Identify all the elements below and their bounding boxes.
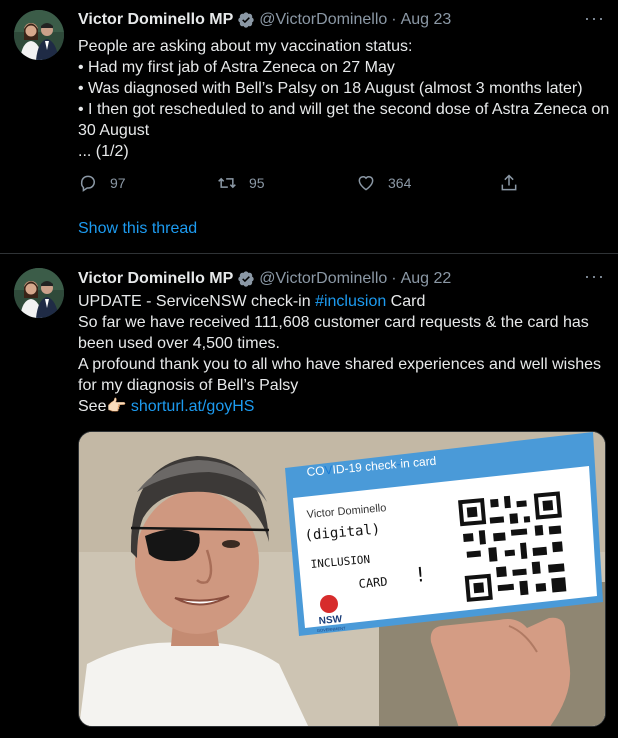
tweet-text: UPDATE - ServiceNSW check-in #inclusion … (78, 291, 606, 417)
tweet-2[interactable]: Victor Dominello MP @VictorDominello · A… (0, 255, 618, 738)
author-name[interactable]: Victor Dominello MP (78, 11, 233, 29)
handwritten-text: ! (413, 562, 427, 587)
share-icon (501, 174, 517, 191)
photo: COVID-19 check-in card Victor Dominello … (79, 432, 605, 726)
avatar[interactable] (14, 268, 64, 318)
tweet-line: ... (1/2) (78, 143, 129, 160)
tweet-date[interactable]: Aug 23 (401, 11, 452, 29)
separator: · (391, 11, 397, 28)
avatar-image (14, 10, 64, 60)
reply-count: 97 (110, 175, 126, 191)
tweet-1[interactable]: Victor Dominello MP @VictorDominello · A… (0, 0, 618, 254)
hashtag-link[interactable]: #inclusion (315, 293, 386, 310)
reply-icon (80, 175, 95, 192)
qr-code (453, 487, 573, 607)
tweet-actions: 97 95 364 (78, 171, 528, 195)
tweet-line: See👉🏻 shorturl.at/goyHS (78, 396, 606, 417)
reply-button[interactable]: 97 (78, 171, 126, 195)
heart-icon (358, 176, 374, 191)
tweet-header: Victor Dominello MP @VictorDominello · A… (78, 268, 451, 290)
retweet-icon (218, 177, 236, 189)
avatar-image (14, 268, 64, 318)
tweet-date[interactable]: Aug 22 (401, 270, 452, 288)
tweet-line: People are asking about my vaccination s… (78, 38, 413, 55)
separator: · (391, 270, 397, 287)
more-icon[interactable]: ··· (584, 9, 604, 31)
like-button[interactable]: 364 (356, 171, 411, 195)
author-handle[interactable]: @VictorDominello (259, 270, 387, 288)
show-thread-link[interactable]: Show this thread (78, 220, 197, 238)
more-icon[interactable]: ··· (584, 267, 604, 289)
tweet-line: for my diagnosis of Bell’s Palsy (78, 377, 299, 394)
face (135, 490, 259, 634)
tweet-line: UPDATE - ServiceNSW check-in #inclusion … (78, 291, 606, 312)
tweet-line: • Had my first jab of Astra Zeneca on 27… (78, 59, 395, 76)
text-prefix: UPDATE - ServiceNSW check-in (78, 293, 316, 310)
tweet-line: been used over 4,500 times. (78, 335, 280, 352)
author-name[interactable]: Victor Dominello MP (78, 270, 233, 288)
verified-badge-icon (238, 12, 254, 28)
short-url-link[interactable]: shorturl.at/goyHS (131, 398, 255, 415)
verified-badge-icon (238, 271, 254, 287)
inclusion-card: COVID-19 check-in card Victor Dominello … (285, 432, 603, 636)
tweet-line: So far we have received 111,608 customer… (78, 314, 589, 331)
tweet-line: 30 August (78, 122, 150, 139)
text-suffix: Card (386, 293, 426, 310)
handwritten-text: CARD (358, 575, 388, 591)
avatar[interactable] (14, 10, 64, 60)
like-count: 364 (388, 175, 412, 191)
tweet-media-photo[interactable]: COVID-19 check-in card Victor Dominello … (78, 431, 606, 727)
retweet-button[interactable]: 95 (217, 171, 265, 195)
logo-text: NSW (318, 614, 343, 627)
tweet-line: • Was diagnosed with Bell’s Palsy on 18 … (78, 80, 583, 97)
author-handle[interactable]: @VictorDominello (259, 11, 387, 29)
tweet-line: A profound thank you to all who have sha… (78, 356, 601, 373)
tweet-line: • I then got rescheduled to and will get… (78, 101, 610, 118)
nsw-waratah-icon (320, 595, 338, 613)
tweet-text: People are asking about my vaccination s… (78, 36, 610, 162)
share-button[interactable] (499, 171, 519, 195)
tweet-header: Victor Dominello MP @VictorDominello · A… (78, 9, 451, 31)
see-label: See👉🏻 (78, 398, 131, 415)
retweet-count: 95 (249, 175, 265, 191)
